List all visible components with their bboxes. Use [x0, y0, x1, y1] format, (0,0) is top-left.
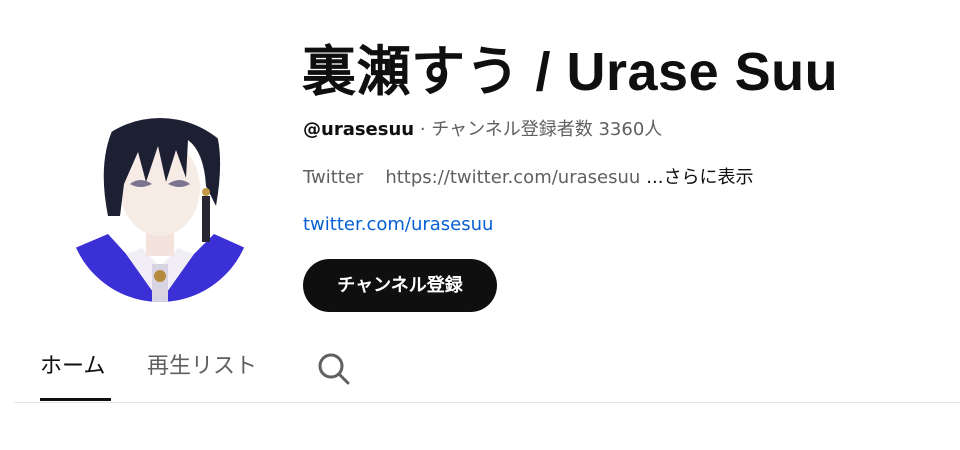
- channel-meta: @urasesuu · チャンネル登録者数 3360人: [303, 116, 662, 144]
- subscribe-button[interactable]: チャンネル登録: [303, 259, 497, 312]
- channel-header: 裏瀬すう / Urase Suu @urasesuu · チャンネル登録者数 3…: [0, 0, 960, 450]
- show-more-button[interactable]: ...さらに表示: [646, 167, 753, 188]
- subscriber-count: チャンネル登録者数 3360人: [431, 119, 663, 140]
- description-url: https://twitter.com/urasesuu: [385, 167, 641, 188]
- avatar-illustration: [68, 118, 252, 302]
- channel-handle: @urasesuu: [303, 119, 415, 140]
- channel-tabs: ホーム 再生リスト: [14, 340, 960, 403]
- tab-playlists[interactable]: 再生リスト: [147, 350, 257, 384]
- avatar[interactable]: [68, 66, 252, 302]
- tab-home[interactable]: ホーム: [40, 350, 105, 384]
- active-tab-indicator: [40, 398, 111, 401]
- meta-separator: ·: [414, 119, 432, 140]
- description-label: Twitter: [303, 167, 364, 188]
- channel-description[interactable]: Twitter https://twitter.com/urasesuu ...さら…: [303, 164, 753, 192]
- search-icon[interactable]: [315, 350, 351, 386]
- channel-title: 裏瀬すう / Urase Suu: [302, 42, 839, 102]
- channel-link[interactable]: twitter.com/urasesuu: [303, 211, 493, 239]
